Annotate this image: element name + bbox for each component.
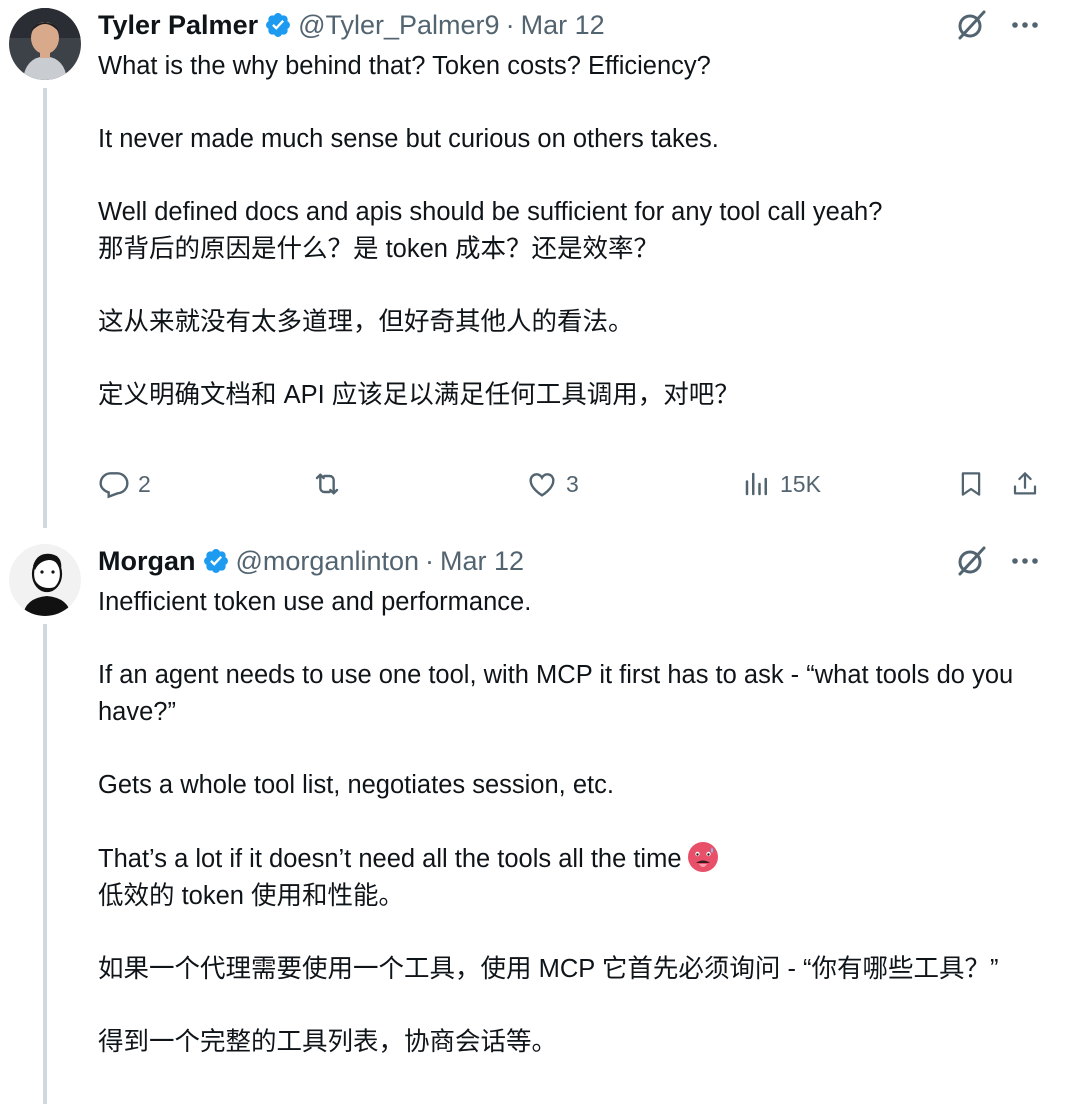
verified-badge-icon [264, 11, 292, 39]
tweet-text: What is the why behind that? Token costs… [98, 48, 1050, 414]
thread-line [43, 624, 47, 1104]
retweet-button[interactable] [310, 462, 352, 506]
verified-badge-icon [202, 547, 230, 575]
tweet-paragraph: If an agent needs to use one tool, with … [98, 661, 1014, 726]
tweet-paragraph: 那背后的原因是什么？是 token 成本？还是效率？ [98, 235, 660, 263]
hot-face-emoji [686, 840, 720, 874]
separator-dot: · [425, 545, 435, 576]
reply-button[interactable]: 2 [98, 462, 151, 506]
tweet-paragraph-text: That’s a lot if it doesn’t need all the … [98, 845, 682, 873]
avatar[interactable] [9, 8, 81, 80]
header-actions [954, 5, 1040, 45]
bookmark-button[interactable] [956, 462, 986, 506]
display-name[interactable]: Morgan [98, 546, 196, 577]
handle[interactable]: @morganlinton [236, 546, 420, 577]
grok-icon[interactable] [954, 544, 988, 578]
header-actions [954, 541, 1040, 581]
display-name[interactable]: Tyler Palmer [98, 10, 258, 41]
tweet-header: Morgan @morganlinton · Mar 12 [98, 541, 1040, 581]
tweet-date[interactable]: Mar 12 [440, 546, 524, 577]
thread-line [43, 88, 47, 528]
share-button[interactable] [1010, 462, 1040, 506]
tweet-paragraph: 定义明确文档和 API 应该足以满足任何工具调用，对吧？ [98, 381, 740, 409]
reply-icon [98, 468, 130, 500]
views-count: 15K [780, 470, 821, 497]
tweet-paragraph: That’s a lot if it doesn’t need all the … [98, 840, 1050, 878]
share-icon [1010, 468, 1040, 500]
tweet-paragraph: What is the why behind that? Token costs… [98, 52, 711, 80]
tweet-header: Tyler Palmer @Tyler_Palmer9 · Mar 12 [98, 5, 1040, 45]
tweet-date[interactable]: Mar 12 [521, 10, 605, 41]
like-button[interactable]: 3 [526, 462, 579, 506]
views-icon [742, 469, 772, 499]
more-icon[interactable] [1010, 546, 1040, 576]
views-button[interactable]: 15K [742, 462, 821, 506]
tweet-text: Inefficient token use and performance. I… [98, 584, 1050, 1061]
more-icon[interactable] [1010, 10, 1040, 40]
tweet-paragraph: 得到一个完整的工具列表，协商会话等。 [98, 1028, 558, 1056]
tweet-paragraph: It never made much sense but curious on … [98, 125, 719, 153]
bookmark-icon [956, 468, 986, 500]
handle[interactable]: @Tyler_Palmer9 [298, 10, 499, 41]
separator-dot: · [505, 9, 515, 40]
tweet-actions: 2 3 15K [98, 462, 1048, 506]
tweet-paragraph: 如果一个代理需要使用一个工具，使用 MCP 它首先必须询问 - “你有哪些工具？… [98, 955, 999, 983]
like-count: 3 [566, 470, 579, 497]
retweet-icon [310, 468, 344, 500]
reply-count: 2 [138, 470, 151, 497]
like-icon [526, 468, 558, 500]
avatar[interactable] [9, 544, 81, 616]
tweet-paragraph: Inefficient token use and performance. [98, 588, 532, 616]
tweet-paragraph: Well defined docs and apis should be suf… [98, 198, 883, 226]
grok-icon[interactable] [954, 8, 988, 42]
tweet-paragraph: Gets a whole tool list, negotiates sessi… [98, 771, 614, 799]
tweet-paragraph: 低效的 token 使用和性能。 [98, 882, 405, 910]
tweet-paragraph: 这从来就没有太多道理，但好奇其他人的看法。 [98, 308, 634, 336]
